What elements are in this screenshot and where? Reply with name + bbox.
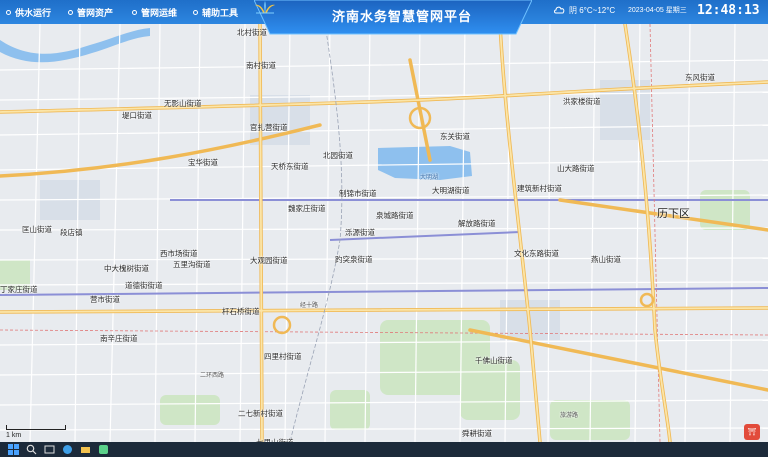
map-label-baohua: 宝华街道: [188, 158, 218, 167]
map-label-hongjialou: 洪家楼街道: [563, 97, 601, 106]
map-label-erhuanxilu: 二环西路: [200, 373, 225, 379]
map-scale: 1 km: [6, 425, 66, 439]
nav-item-water-supply[interactable]: 供水运行: [6, 0, 51, 24]
taskbar: [0, 442, 768, 457]
map-label-dongguan: 东关街道: [440, 132, 470, 141]
map-label-jiefanglu: 解放路街道: [458, 219, 496, 228]
clock: 12:48:13: [697, 2, 760, 18]
nav-item-tools[interactable]: 辅助工具: [193, 0, 238, 24]
weather-widget: 阴 6°C~12°C: [553, 0, 615, 20]
map-label-weijiazhuang: 魏家庄街道: [288, 204, 326, 213]
map-label-daminghu-lake: 大明湖: [420, 175, 439, 181]
map-label-zhijinshi: 制锦市街道: [339, 189, 377, 198]
page-title: 济南水务智慧管网平台: [331, 9, 472, 24]
map-label-kuangshan: 匡山街道: [22, 225, 52, 234]
map-label-wuyingshan: 无影山街道: [164, 99, 202, 108]
map-label-dongfeng: 东风街道: [685, 73, 715, 82]
title-banner: 济南水务智慧管网平台: [254, 0, 532, 36]
nav-item-label: 辅助工具: [202, 7, 239, 18]
map-label-nanxinzhuang: 南辛庄街道: [100, 334, 138, 343]
start-icon[interactable]: [8, 444, 19, 455]
map-label-duandian: 段店镇: [60, 228, 83, 237]
folder-icon[interactable]: [80, 444, 91, 455]
map-label-guanzhaying: 官扎营街道: [250, 123, 288, 132]
pipe-asset-icon: [68, 9, 73, 15]
map-label-daodejie: 道德街街道: [125, 281, 163, 290]
weather-text: 阴 6°C~12°C: [569, 5, 616, 15]
map-label-erqixincun: 二七新村街道: [238, 409, 283, 418]
map-label-xishichang: 西市场街道: [160, 249, 198, 258]
scale-bar: [6, 425, 66, 430]
nav-item-label: 管网资产: [77, 7, 114, 18]
watermark-icon: ⛩: [744, 424, 760, 440]
map-label-tianqiaodong: 天桥东街道: [271, 162, 309, 171]
map-canvas[interactable]: [0, 0, 768, 457]
map-label-jianzhuxincun: 建筑新村街道: [517, 184, 562, 193]
browser-icon[interactable]: [62, 444, 73, 455]
map-label-jingshilu: 经十路: [300, 303, 319, 309]
map-label-yanshan: 燕山街道: [591, 255, 621, 264]
cloudy-icon: [554, 6, 565, 14]
maintenance-icon: [132, 9, 137, 15]
map-label-baotuquan: 趵突泉街道: [335, 255, 373, 264]
nav-item-label: 管网运维: [141, 7, 178, 18]
map-label-shungeng: 舜耕街道: [462, 429, 492, 438]
map-label-dingjiazhuang: 丁家庄街道: [0, 285, 38, 294]
map-label-yingshi: 营市街道: [90, 295, 120, 304]
task-view-icon[interactable]: [44, 444, 55, 455]
app-icon[interactable]: [98, 444, 109, 455]
nav-item-label: 供水运行: [15, 7, 52, 18]
district-label: 历下区: [657, 208, 690, 220]
map-label-nancun: 南村街道: [246, 61, 276, 70]
search-icon[interactable]: [26, 444, 37, 455]
map-label-quanchenglu: 泉城路街道: [376, 211, 414, 220]
nav-item-maintenance[interactable]: 管网运维: [132, 0, 177, 24]
tools-icon: [193, 9, 198, 15]
map-label-wenhuadonglu: 文化东路街道: [514, 249, 559, 258]
map-label-daminghu-street: 大明湖街道: [432, 186, 470, 195]
map-label-qianfoshan: 千佛山街道: [475, 356, 513, 365]
map-label-silicun: 四里村街道: [264, 352, 302, 361]
water-supply-icon: [6, 9, 11, 15]
date-text: 2023-04-05 星期三: [628, 7, 687, 14]
map-label-beiyuan: 北园街道: [323, 151, 353, 160]
map-label-dikou: 堤口街道: [122, 111, 152, 120]
map-label-lvyoulu: 旅游路: [560, 413, 579, 419]
map-label-daguanyuan: 大观园街道: [250, 256, 288, 265]
nav-item-pipe-assets[interactable]: 管网资产: [68, 0, 113, 24]
map-label-wuligou: 五里沟街道: [173, 260, 211, 269]
map-label-ganshiqiao: 杆石桥街道: [222, 307, 260, 316]
map-label-luoyuan: 泺源街道: [345, 228, 375, 237]
map-label-shandalu: 山大路街道: [557, 164, 595, 173]
map-label-zhongdahuaishu: 中大槐树街道: [104, 264, 149, 273]
scale-label: 1 km: [6, 432, 22, 439]
